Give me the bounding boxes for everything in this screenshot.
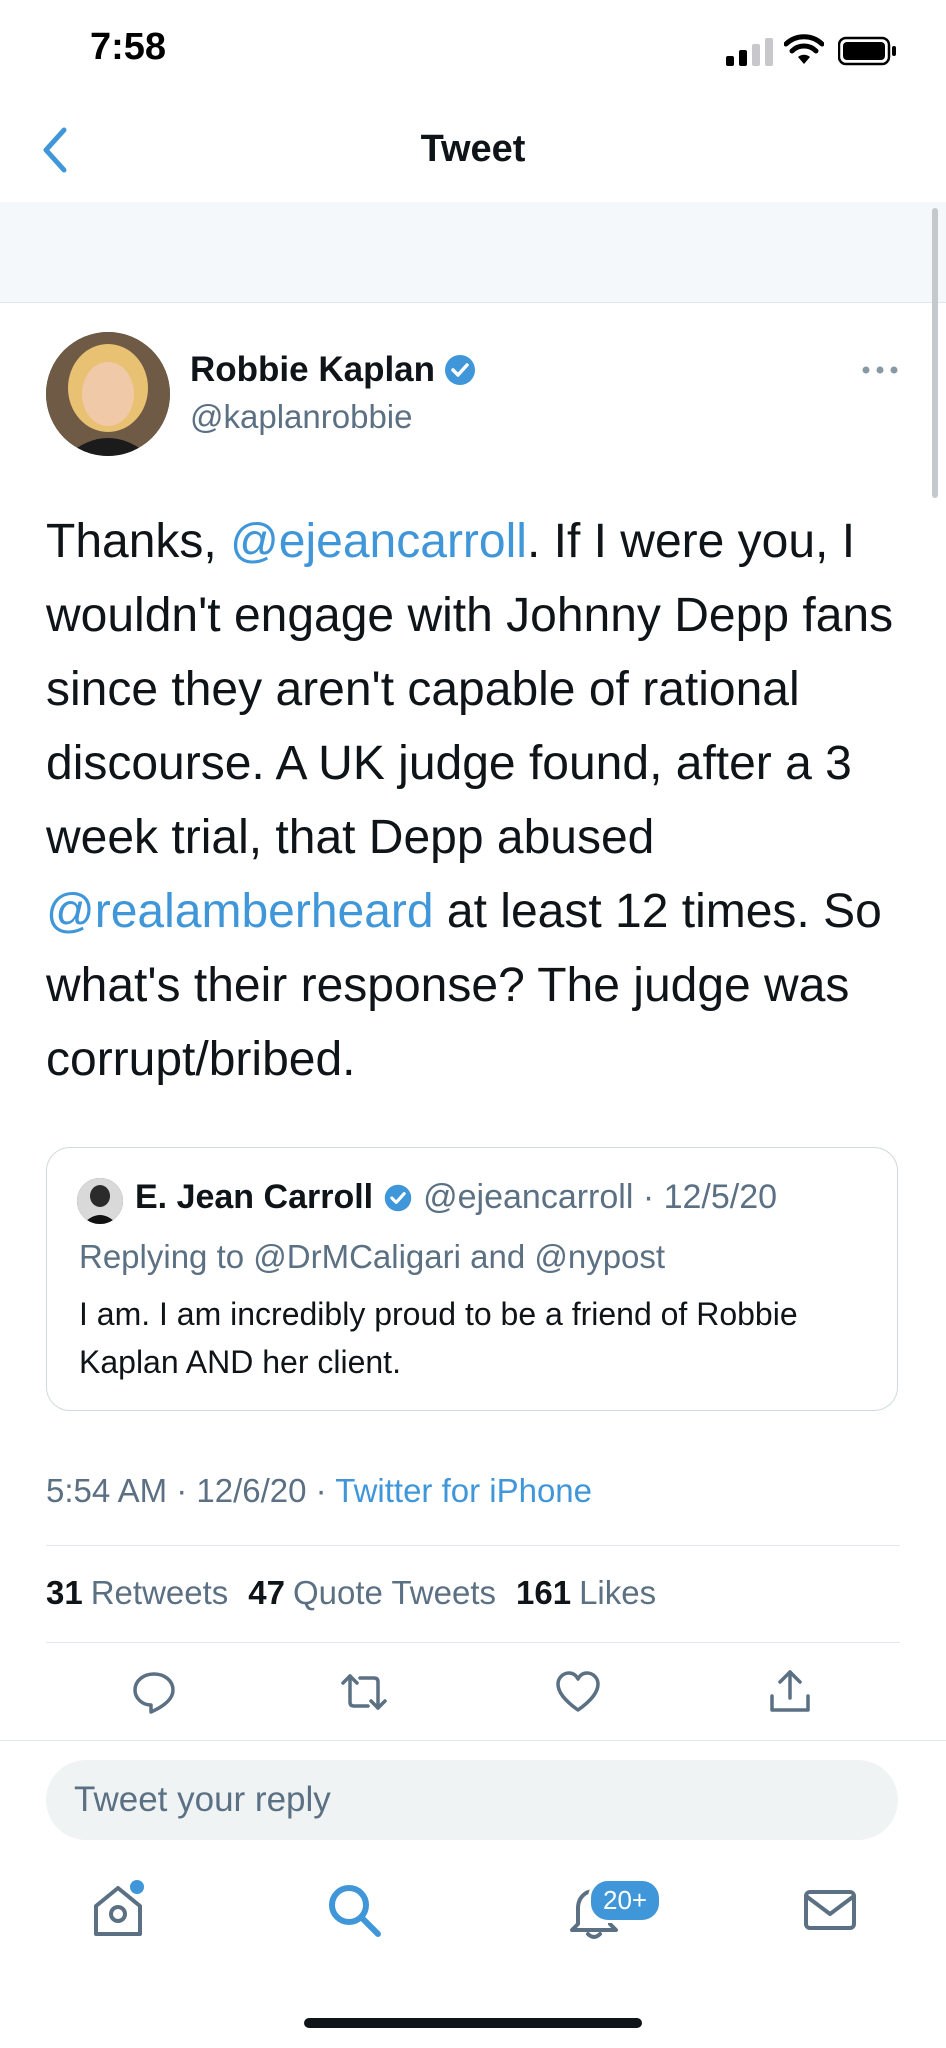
reply-icon[interactable]	[130, 1668, 178, 1716]
status-time: 7:58	[90, 26, 167, 68]
like-heart-icon[interactable]	[554, 1668, 602, 1716]
bottom-tab-bar	[0, 1862, 946, 1982]
page-title: Tweet	[420, 128, 526, 170]
search-icon[interactable]	[322, 1878, 386, 1942]
cellular-signal-icon	[726, 38, 773, 66]
source-link[interactable]: Twitter for iPhone	[335, 1472, 592, 1509]
retweets-stat[interactable]: 31 Retweets	[46, 1574, 228, 1612]
tweet-timestamp: 5:54 AM · 12/6/20 · Twitter for iPhone	[46, 1472, 592, 1510]
quoted-tweet-header: E. Jean Carroll @ejeancarroll · 12/5/20	[135, 1178, 777, 1217]
likes-label: Likes	[579, 1574, 657, 1611]
author-name-row[interactable]: Robbie Kaplan	[190, 350, 477, 390]
reply-input[interactable]	[46, 1760, 898, 1840]
verified-badge-icon	[445, 355, 476, 385]
home-indicator[interactable]	[304, 2018, 642, 2028]
engagement-stats: 31 Retweets 47 Quote Tweets 161 Likes	[46, 1574, 656, 1612]
quote-tweets-label: Quote Tweets	[293, 1574, 497, 1611]
divider	[46, 1545, 900, 1546]
notifications-badge: 20+	[588, 1878, 663, 1923]
mention-link-ejeancarroll[interactable]: @ejeancarroll	[230, 515, 527, 568]
battery-icon	[838, 36, 896, 66]
wifi-icon	[784, 34, 824, 64]
quote-tweets-count: 47	[248, 1574, 285, 1611]
verified-badge-icon	[384, 1184, 412, 1211]
retweet-icon[interactable]	[340, 1668, 388, 1716]
retweets-label: Retweets	[90, 1574, 229, 1611]
quoted-replying-to: Replying to @DrMCaligari and @nypost	[79, 1238, 666, 1275]
scroll-indicator[interactable]	[932, 208, 938, 498]
thread-context-placeholder	[0, 202, 946, 303]
quote-tweets-stat[interactable]: 47 Quote Tweets	[248, 1574, 496, 1612]
author-avatar[interactable]	[46, 332, 170, 456]
navigation-bar: Tweet	[0, 100, 946, 203]
mention-link-realamberheard[interactable]: @realamberheard	[46, 885, 434, 938]
author-name: Robbie Kaplan	[190, 350, 436, 389]
retweets-count: 31	[46, 1574, 83, 1611]
likes-stat[interactable]: 161 Likes	[516, 1574, 656, 1612]
tweet-text-segment: Thanks,	[46, 515, 231, 568]
status-bar: 7:58	[0, 0, 946, 100]
messages-envelope-icon[interactable]	[798, 1878, 862, 1942]
quoted-handle-date: @ejeancarroll · 12/5/20	[423, 1178, 778, 1216]
share-icon[interactable]	[766, 1668, 814, 1716]
tweet-text: Thanks, @ejeancarroll. If I were you, I …	[46, 505, 916, 1097]
more-options-icon[interactable]	[860, 358, 900, 382]
likes-count: 161	[516, 1574, 572, 1611]
quoted-tweet-card[interactable]: E. Jean Carroll @ejeancarroll · 12/5/20 …	[46, 1147, 898, 1411]
quoted-author-avatar	[77, 1178, 123, 1224]
tweet-action-bar	[0, 1644, 946, 1741]
divider	[46, 1642, 900, 1643]
home-new-content-dot	[130, 1880, 144, 1894]
author-handle: @kaplanrobbie	[190, 398, 413, 435]
timestamp-text: 5:54 AM · 12/6/20 ·	[46, 1472, 336, 1509]
quoted-tweet-text: I am. I am incredibly proud to be a frie…	[79, 1296, 798, 1380]
quoted-author-name: E. Jean Carroll	[135, 1178, 374, 1216]
